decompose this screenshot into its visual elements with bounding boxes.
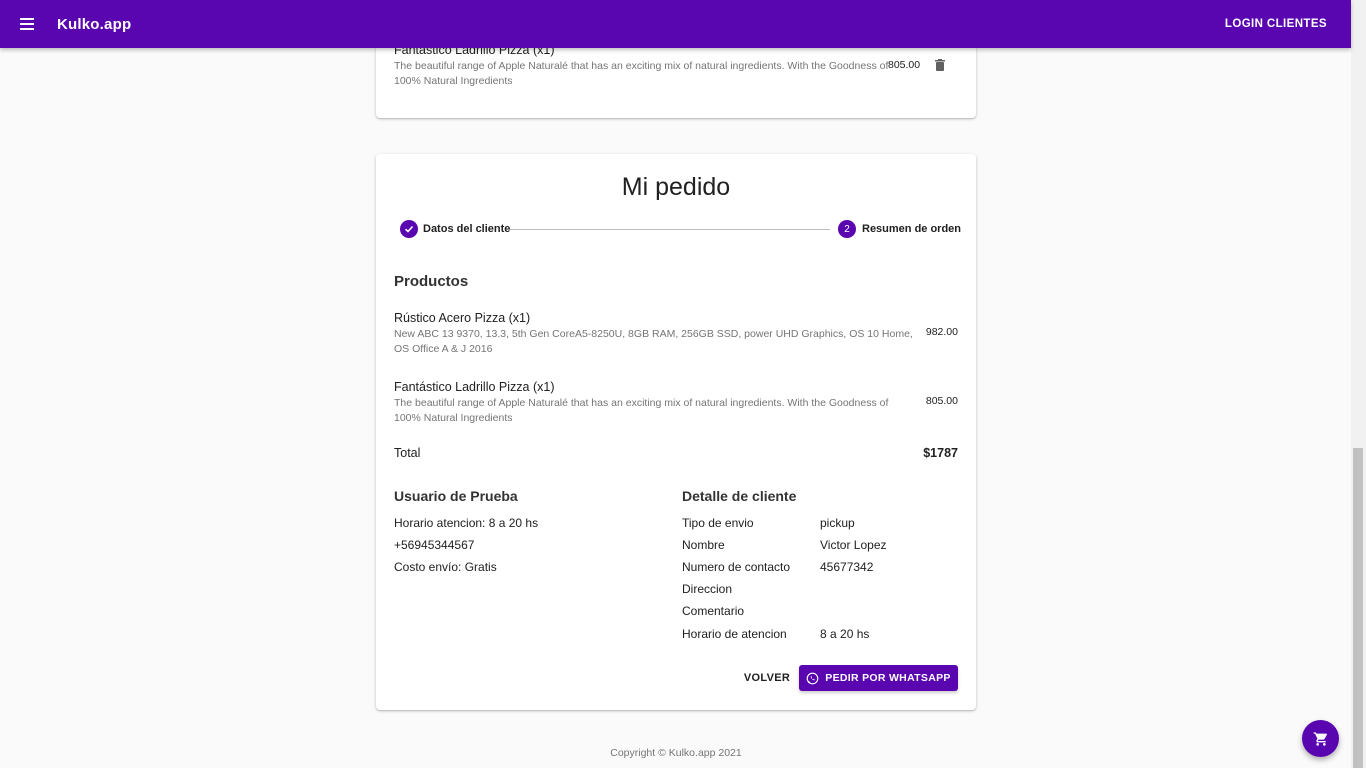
client-value: 45677342: [820, 560, 874, 574]
cart-item-description: The beautiful range of Apple Naturalé th…: [394, 60, 889, 87]
app-title[interactable]: Kulko.app: [57, 16, 131, 33]
step-connector: [510, 229, 830, 230]
products-heading: Productos: [394, 273, 469, 290]
product-price: 982.00: [925, 326, 958, 338]
step-number: 2: [838, 220, 856, 238]
whatsapp-button-label: PEDIR POR WHATSAPP: [825, 672, 951, 684]
store-phone: +56945344567: [394, 538, 475, 552]
menu-icon[interactable]: [18, 12, 42, 36]
scrollbar-thumb[interactable]: [1353, 448, 1363, 768]
client-label: Horario de atencion: [682, 627, 787, 641]
client-label: Nombre: [682, 538, 725, 552]
login-clientes-button[interactable]: LOGIN CLIENTES: [1225, 18, 1327, 30]
product-description: New ABC 13 9370, 13.3, 5th Gen CoreA5-82…: [394, 328, 913, 355]
client-value: Victor Lopez: [820, 538, 887, 552]
step-resumen-orden[interactable]: Resumen de orden: [862, 223, 961, 235]
store-heading: Usuario de Prueba: [394, 488, 518, 504]
order-summary-card: Mi pedido Datos del cliente 2 Resumen de…: [376, 154, 976, 710]
total-value: $1787: [923, 446, 958, 460]
total-label: Total: [394, 446, 421, 460]
client-label: Numero de contacto: [682, 560, 791, 574]
volver-button[interactable]: VOLVER: [742, 665, 792, 691]
product-description: The beautiful range of Apple Naturalé th…: [394, 397, 889, 424]
product-name: Rústico Acero Pizza (x1): [394, 311, 531, 325]
shopping-cart-icon: [1313, 731, 1327, 746]
stepper: Datos del cliente 2 Resumen de orden: [400, 220, 961, 240]
product-price: 805.00: [925, 395, 958, 407]
client-value: pickup: [820, 516, 855, 530]
store-shipping-cost: Costo envío: Gratis: [394, 560, 497, 574]
page-title: Mi pedido: [621, 173, 731, 201]
step-datos-cliente[interactable]: Datos del cliente: [423, 223, 510, 235]
store-hours: Horario atencion: 8 a 20 hs: [394, 516, 539, 530]
client-label: Tipo de envio: [682, 516, 754, 530]
client-heading: Detalle de cliente: [682, 488, 797, 504]
page-scrollbar[interactable]: [1351, 0, 1366, 768]
cart-fab-button[interactable]: [1302, 720, 1339, 757]
client-label: Comentario: [682, 604, 745, 618]
trash-icon[interactable]: [935, 59, 945, 71]
cart-item-price: 805.00: [888, 59, 921, 71]
footer-copyright: Copyright © Kulko.app 2021: [610, 747, 742, 759]
pedir-por-whatsapp-button[interactable]: PEDIR POR WHATSAPP: [799, 665, 958, 691]
product-name: Fantástico Ladrillo Pizza (x1): [394, 380, 555, 394]
client-label: Direccion: [682, 582, 733, 596]
app-bar: Kulko.app LOGIN CLIENTES: [0, 0, 1351, 48]
whatsapp-icon: [806, 672, 819, 684]
client-value: 8 a 20 hs: [820, 627, 870, 641]
check-icon: [400, 220, 418, 238]
